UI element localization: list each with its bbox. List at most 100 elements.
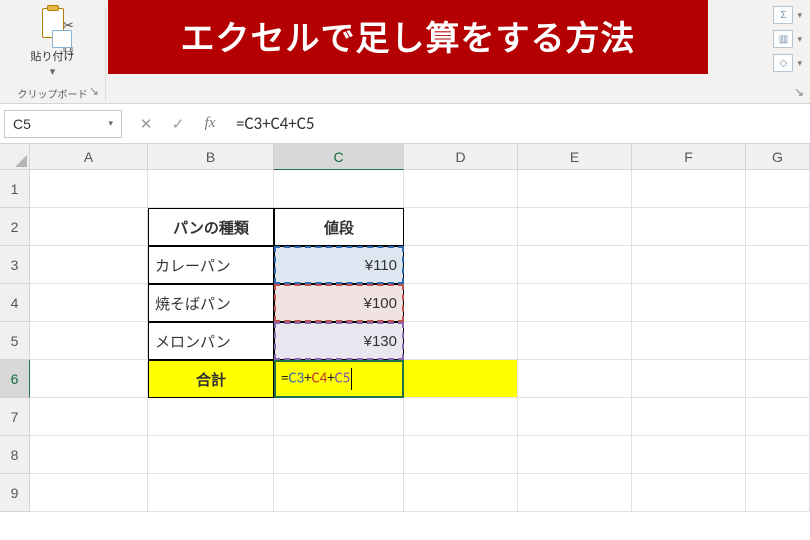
cell-G6[interactable] [746, 360, 810, 398]
cell-E7[interactable] [518, 398, 632, 436]
cell-D9[interactable] [404, 474, 518, 512]
cell-C6[interactable]: =C3+C4+C5 [274, 360, 404, 398]
cell-A6[interactable] [30, 360, 148, 398]
col-G-header[interactable]: G [746, 144, 810, 170]
col-A-header[interactable]: A [30, 144, 148, 170]
cell-D4[interactable] [404, 284, 518, 322]
cell-B6[interactable]: 合計 [148, 360, 274, 398]
row-2-header[interactable]: 2 [0, 208, 30, 246]
cell-B3[interactable]: カレーパン [148, 246, 274, 284]
cell-F7[interactable] [632, 398, 746, 436]
cell-E2[interactable] [518, 208, 632, 246]
name-box[interactable]: C5 ▾ [4, 110, 122, 138]
paste-dropdown[interactable]: ▾ [50, 65, 56, 78]
cell-F8[interactable] [632, 436, 746, 474]
cell-F1[interactable] [632, 170, 746, 208]
cell-A4[interactable] [30, 284, 148, 322]
cell-E8[interactable] [518, 436, 632, 474]
cell-D8[interactable] [404, 436, 518, 474]
cell-B7[interactable] [148, 398, 274, 436]
cell-D7[interactable] [404, 398, 518, 436]
cell-F9[interactable] [632, 474, 746, 512]
cell-D1[interactable] [404, 170, 518, 208]
cell-B9[interactable] [148, 474, 274, 512]
cancel-formula-button[interactable]: ✕ [130, 115, 162, 133]
cell-C4[interactable]: ¥100 [274, 284, 404, 322]
select-all-button[interactable] [0, 144, 30, 170]
col-B-header[interactable]: B [148, 144, 274, 170]
cell-A9[interactable] [30, 474, 148, 512]
enter-formula-button[interactable]: ✓ [162, 115, 194, 133]
row-4-header[interactable]: 4 [0, 284, 30, 322]
cell-A1[interactable] [30, 170, 148, 208]
cell-E5[interactable] [518, 322, 632, 360]
cell-B8[interactable] [148, 436, 274, 474]
col-C-header[interactable]: C [274, 144, 404, 170]
fill-button[interactable]: ▥ [773, 30, 793, 48]
autosum-dropdown[interactable]: ▾ [797, 10, 802, 21]
cell-G2[interactable] [746, 208, 810, 246]
row-6-header[interactable]: 6 [0, 360, 30, 398]
row-8-header[interactable]: 8 [0, 436, 30, 474]
cell-A7[interactable] [30, 398, 148, 436]
cell-E3[interactable] [518, 246, 632, 284]
cell-A8[interactable] [30, 436, 148, 474]
name-box-dropdown[interactable]: ▾ [108, 118, 113, 129]
col-F-header[interactable]: F [632, 144, 746, 170]
clear-dropdown[interactable]: ▾ [797, 58, 802, 69]
cell-F2[interactable] [632, 208, 746, 246]
cell-E9[interactable] [518, 474, 632, 512]
cell-F4[interactable] [632, 284, 746, 322]
row-9-header[interactable]: 9 [0, 474, 30, 512]
fill-dropdown[interactable]: ▾ [797, 34, 802, 45]
col-E-header[interactable]: E [518, 144, 632, 170]
autosum-button[interactable]: Σ [773, 6, 793, 24]
cell-D2[interactable] [404, 208, 518, 246]
cell-D5[interactable] [404, 322, 518, 360]
clear-button[interactable]: ◇ [773, 54, 793, 72]
clipboard-launcher[interactable]: ↘ [89, 84, 99, 98]
paste-button[interactable]: 貼り付け ▾ [31, 8, 75, 78]
cell-G4[interactable] [746, 284, 810, 322]
cell-A3[interactable] [30, 246, 148, 284]
column-headers: A B C D E F G [0, 144, 810, 170]
cell-G9[interactable] [746, 474, 810, 512]
cell-A2[interactable] [30, 208, 148, 246]
cell-G3[interactable] [746, 246, 810, 284]
cell-F5[interactable] [632, 322, 746, 360]
row-5-header[interactable]: 5 [0, 322, 30, 360]
cell-G8[interactable] [746, 436, 810, 474]
cell-E4[interactable] [518, 284, 632, 322]
insert-function-button[interactable]: fx [194, 115, 226, 132]
cell-C2[interactable]: 値段 [274, 208, 404, 246]
row-7-header[interactable]: 7 [0, 398, 30, 436]
cell-E1[interactable] [518, 170, 632, 208]
cell-B1[interactable] [148, 170, 274, 208]
cell-B5[interactable]: メロンパン [148, 322, 274, 360]
cell-C3[interactable]: ¥110 [274, 246, 404, 284]
cell-F3[interactable] [632, 246, 746, 284]
ribbon-right-launcher[interactable]: ↘ [794, 85, 804, 99]
cell-G7[interactable] [746, 398, 810, 436]
cell-B2[interactable]: パンの種類 [148, 208, 274, 246]
cell-D3[interactable] [404, 246, 518, 284]
formula-input[interactable]: =C3+C4+C5 [226, 113, 806, 134]
cell-G1[interactable] [746, 170, 810, 208]
cell-A5[interactable] [30, 322, 148, 360]
row-1-header[interactable]: 1 [0, 170, 30, 208]
cell-G5[interactable] [746, 322, 810, 360]
text-cursor [351, 368, 352, 390]
cell-E6[interactable] [518, 360, 632, 398]
cell-D6[interactable] [404, 360, 518, 398]
cell-C9[interactable] [274, 474, 404, 512]
row-3-header[interactable]: 3 [0, 246, 30, 284]
cell-B4[interactable]: 焼そばパン [148, 284, 274, 322]
tutorial-banner: エクセルで足し算をする方法 [108, 0, 708, 74]
formula-text: =C3+C4+C5 [236, 113, 314, 134]
cell-C7[interactable] [274, 398, 404, 436]
cell-C5[interactable]: ¥130 [274, 322, 404, 360]
cell-F6[interactable] [632, 360, 746, 398]
cell-C1[interactable] [274, 170, 404, 208]
col-D-header[interactable]: D [404, 144, 518, 170]
cell-C8[interactable] [274, 436, 404, 474]
